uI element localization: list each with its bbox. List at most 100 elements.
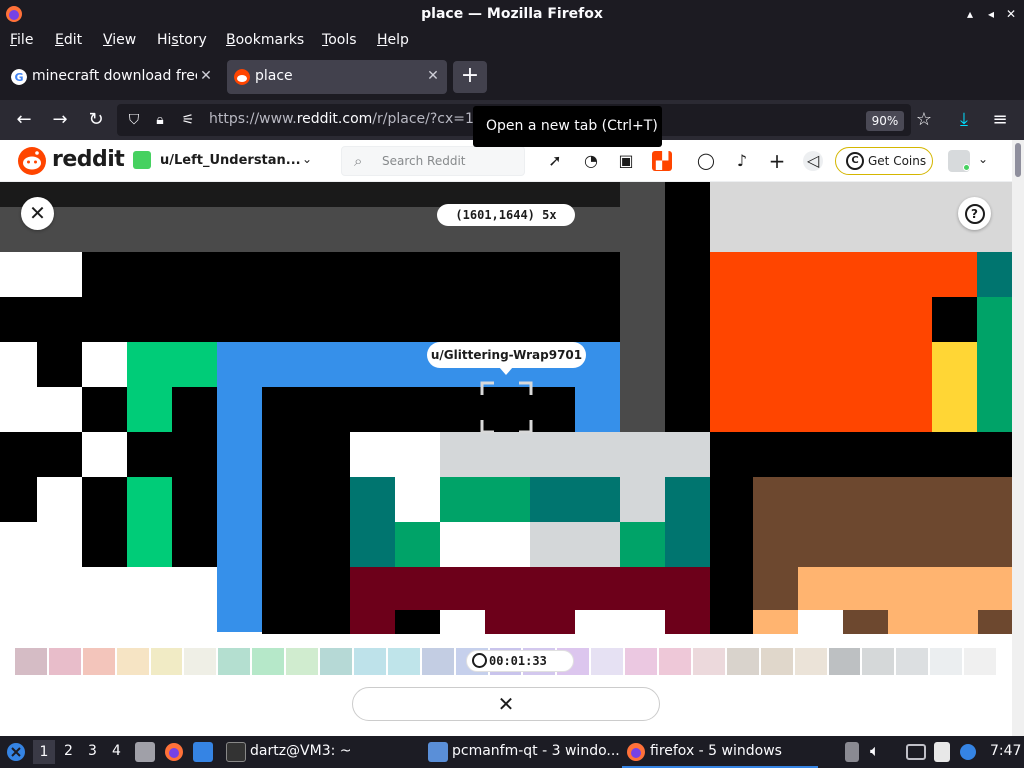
- workspace-4[interactable]: 4: [112, 743, 121, 759]
- scrollbar-thumb[interactable]: [1015, 143, 1021, 177]
- menu-edit[interactable]: Edit: [55, 32, 82, 48]
- color-swatch[interactable]: [726, 648, 759, 675]
- color-swatch[interactable]: [659, 648, 691, 675]
- workspace-1[interactable]: 1: [33, 740, 55, 764]
- canvas-pixel[interactable]: [82, 477, 127, 567]
- user-switcher-label[interactable]: u/Left_Understan...: [160, 153, 301, 168]
- chat-icon[interactable]: ◯: [696, 151, 716, 171]
- color-swatch[interactable]: [862, 648, 895, 675]
- community-icon[interactable]: [133, 151, 151, 169]
- color-swatch[interactable]: [82, 648, 115, 675]
- task-terminal[interactable]: dartz@VM3: ~: [222, 736, 418, 768]
- volume-icon[interactable]: 🔈︎: [870, 741, 880, 761]
- new-tab-button[interactable]: +: [453, 61, 487, 93]
- url-text[interactable]: https://www.reddit.com/r/place/?cx=1: [209, 111, 474, 127]
- canvas-pixel[interactable]: [82, 387, 127, 432]
- canvas-pixel[interactable]: [665, 182, 710, 432]
- video-icon[interactable]: ▣: [616, 151, 636, 171]
- download-icon[interactable]: ⤓: [952, 108, 976, 132]
- workspace-3[interactable]: 3: [88, 743, 97, 759]
- canvas-pixel[interactable]: [0, 477, 37, 522]
- reddit-search-input[interactable]: ⌕ Search Reddit: [341, 146, 525, 176]
- color-swatch[interactable]: [625, 648, 658, 675]
- start-menu-icon[interactable]: [6, 742, 26, 762]
- create-post-icon[interactable]: +: [767, 151, 787, 171]
- canvas-pixel[interactable]: [440, 610, 485, 634]
- permissions-icon[interactable]: ⚟: [179, 111, 197, 129]
- popular-icon[interactable]: ➚: [545, 151, 565, 171]
- canvas-pixel[interactable]: [172, 477, 217, 567]
- color-swatch[interactable]: [760, 648, 793, 675]
- bookmark-star-icon[interactable]: ☆: [913, 109, 935, 131]
- lock-icon[interactable]: 🔒︎: [151, 111, 169, 129]
- tab-close-icon[interactable]: ✕: [198, 68, 214, 84]
- coordinates-badge[interactable]: (1601,1644) 5x: [437, 204, 575, 226]
- canvas-pixel[interactable]: [127, 342, 217, 387]
- chevron-down-icon[interactable]: ⌄: [302, 152, 312, 166]
- canvas-pixel[interactable]: [888, 610, 978, 634]
- canvas-pixel[interactable]: [932, 342, 977, 432]
- help-button[interactable]: ?: [958, 197, 991, 230]
- workspace-2[interactable]: 2: [64, 743, 73, 759]
- canvas-pixel[interactable]: [37, 477, 82, 567]
- canvas-pixel[interactable]: [977, 252, 1012, 297]
- get-coins-button[interactable]: C Get Coins: [835, 147, 933, 175]
- canvas-pixel[interactable]: [977, 297, 1012, 432]
- canvas-pixel[interactable]: [0, 567, 217, 634]
- close-window-icon[interactable]: ✕: [1003, 6, 1019, 22]
- canvas-pixel[interactable]: [440, 477, 530, 522]
- color-swatch[interactable]: [184, 648, 217, 675]
- canvas-pixel[interactable]: [395, 477, 440, 522]
- canvas-pixel[interactable]: [753, 567, 798, 612]
- task-firefox[interactable]: firefox - 5 windows: [622, 736, 818, 768]
- advertise-megaphone-icon[interactable]: ◁: [803, 151, 823, 171]
- color-swatch[interactable]: [15, 648, 47, 675]
- canvas-pixel[interactable]: [350, 477, 395, 567]
- canvas-pixel[interactable]: [575, 610, 665, 634]
- color-swatch[interactable]: [218, 648, 251, 675]
- canvas-pixel[interactable]: [0, 297, 82, 342]
- menu-history[interactable]: History: [157, 32, 207, 48]
- canvas-pixel[interactable]: [127, 432, 217, 477]
- canvas-pixel[interactable]: [82, 342, 127, 387]
- canvas-pixel[interactable]: [395, 522, 440, 567]
- canvas-pixel[interactable]: [620, 182, 665, 432]
- task-pcmanfm[interactable]: pcmanfm-qt - 3 windo...: [424, 736, 620, 768]
- color-swatch[interactable]: [48, 648, 81, 675]
- color-swatch[interactable]: [896, 648, 929, 675]
- canvas-pixel[interactable]: [710, 477, 753, 634]
- color-swatch[interactable]: [320, 648, 352, 675]
- menu-tools[interactable]: Tools: [322, 32, 357, 48]
- tab-place[interactable]: place ✕: [227, 60, 447, 94]
- canvas-pixel[interactable]: [0, 432, 82, 477]
- chevron-down-icon[interactable]: ⌄: [978, 152, 988, 166]
- color-swatch[interactable]: [116, 648, 149, 675]
- canvas-pixel[interactable]: [172, 387, 217, 432]
- trash-tray-icon[interactable]: [845, 742, 859, 762]
- color-swatch[interactable]: [794, 648, 827, 675]
- canvas-pixel[interactable]: [440, 522, 530, 567]
- reddit-logo-icon[interactable]: [18, 147, 46, 175]
- tab-close-icon[interactable]: ✕: [425, 68, 441, 84]
- tab-minecraft[interactable]: G minecraft download free ✕: [4, 60, 220, 94]
- stats-icon[interactable]: ◔: [581, 151, 601, 171]
- network-icon[interactable]: [906, 744, 926, 760]
- canvas-pixel[interactable]: [530, 522, 620, 567]
- zoom-level[interactable]: 90%: [866, 111, 904, 131]
- canvas-pixel[interactable]: [0, 342, 37, 387]
- forward-arrow-icon[interactable]: →: [48, 108, 72, 132]
- menu-view[interactable]: View: [103, 32, 136, 48]
- canvas-pixel[interactable]: [978, 610, 1012, 634]
- restore-icon[interactable]: ◂: [983, 6, 999, 22]
- canvas-pixel[interactable]: [395, 610, 440, 634]
- color-swatch[interactable]: [828, 648, 861, 675]
- desktop-launcher-icon[interactable]: [193, 742, 213, 762]
- canvas-pixel[interactable]: [753, 477, 1012, 567]
- color-swatch[interactable]: [692, 648, 725, 675]
- hamburger-menu-icon[interactable]: ≡: [988, 108, 1012, 132]
- color-swatch[interactable]: [387, 648, 420, 675]
- menu-file[interactable]: File: [10, 32, 33, 48]
- cancel-placement-button[interactable]: ✕: [352, 687, 660, 721]
- color-swatch[interactable]: [930, 648, 963, 675]
- canvas-pixel[interactable]: [753, 610, 798, 634]
